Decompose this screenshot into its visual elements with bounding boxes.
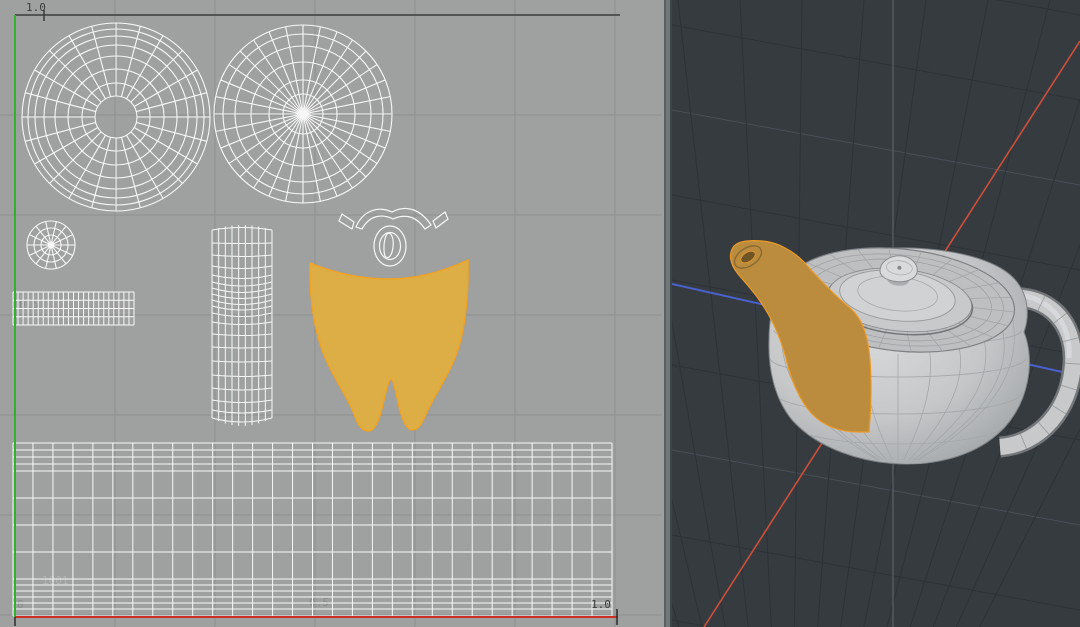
uv-island-spout-rings[interactable]: [373, 225, 407, 267]
uv-island-body-main-grid: [12, 442, 613, 617]
uv-editor-panel[interactable]: 1.0 0.5 1001 0 0.5 1.0: [0, 0, 662, 627]
uv-axis-label-vmax: 1.0: [26, 1, 46, 14]
uv-island-spout-selected[interactable]: [309, 259, 469, 432]
uv-island-lid-disc: [213, 24, 393, 204]
uv-islands-wireframe[interactable]: [12, 22, 613, 617]
uv-island-handle-strip: [211, 225, 273, 426]
uv-island-body-ring: [21, 22, 211, 212]
uv-island-knob-disc: [26, 220, 76, 270]
viewport-3d-canvas[interactable]: [672, 0, 1080, 627]
uv-canvas[interactable]: [0, 0, 662, 627]
panel-divider[interactable]: [662, 0, 672, 627]
viewport-3d-panel[interactable]: [672, 0, 1080, 627]
uv-editing-workspace: 1.0 0.5 1001 0 0.5 1.0: [0, 0, 1080, 627]
uv-axis-label-umax: 1.0: [591, 598, 611, 611]
uv-island-small-strip: [12, 291, 135, 326]
